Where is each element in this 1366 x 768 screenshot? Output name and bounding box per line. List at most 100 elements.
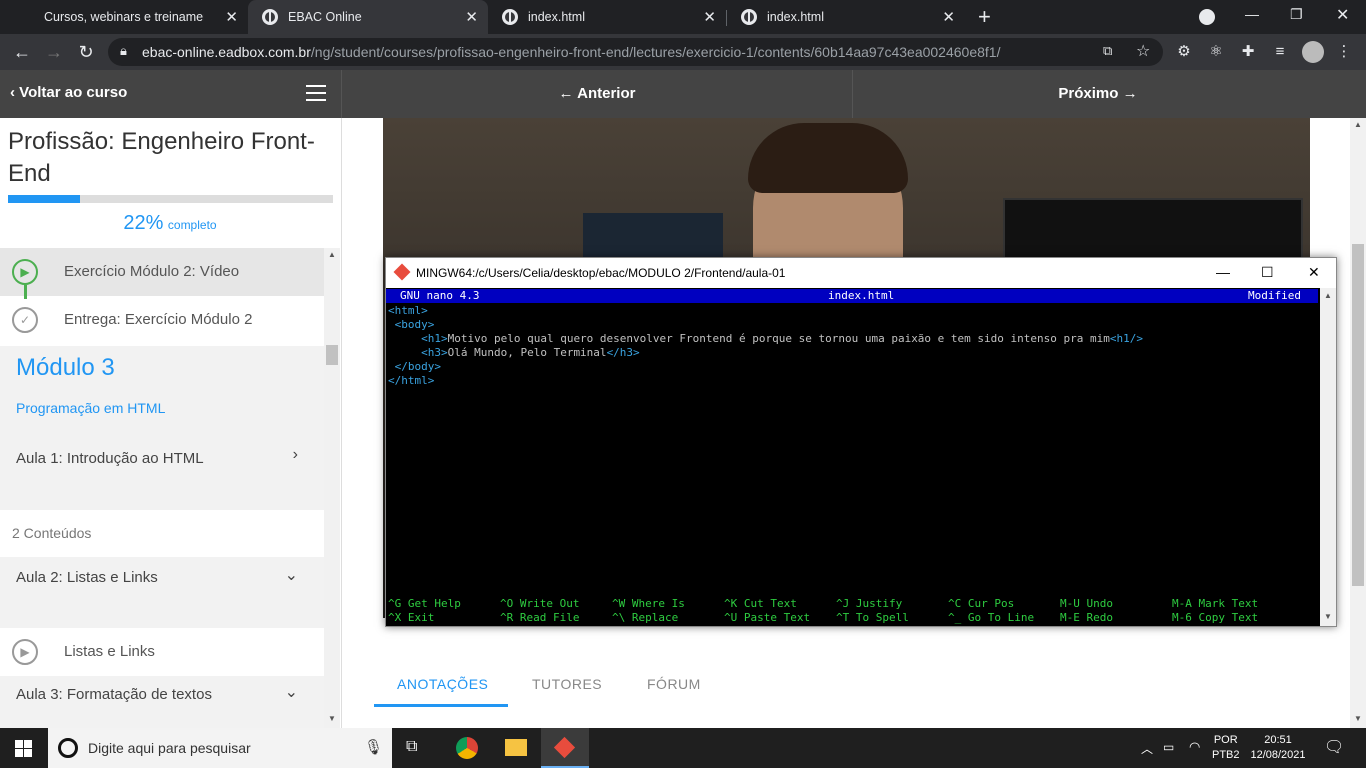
shortcut: ^U Paste Text xyxy=(724,611,811,624)
maximize-icon[interactable]: ☐ xyxy=(1261,264,1274,281)
scroll-down-arrow-icon[interactable]: ▼ xyxy=(1354,714,1362,723)
play-icon: ▶ xyxy=(12,259,38,285)
terminal-scrollbar[interactable]: ▲ ▼ xyxy=(1320,288,1336,626)
browser-tab-active[interactable]: EBAC Online ✕ xyxy=(248,0,488,34)
lesson-item-current[interactable]: ▶ Exercício Módulo 2: Vídeo xyxy=(0,248,324,299)
lock-icon[interactable]: 🔒︎ xyxy=(120,43,127,59)
browser-tab[interactable]: index.html ✕ xyxy=(727,0,965,34)
reload-icon[interactable]: ↻ xyxy=(74,40,98,64)
microphone-icon[interactable]: 🎙︎ xyxy=(364,738,383,756)
lesson-item[interactable]: ✓ Entrega: Exercício Módulo 2 xyxy=(0,296,324,344)
close-icon[interactable]: ✕ xyxy=(1308,264,1320,281)
scroll-thumb[interactable] xyxy=(1352,244,1364,586)
extension-gear-icon[interactable]: ⚙ xyxy=(1174,42,1194,62)
media-queue-icon[interactable]: ≡ xyxy=(1270,42,1290,62)
restore-icon[interactable]: ❐ xyxy=(1290,6,1303,23)
chrome-taskbar-icon[interactable] xyxy=(456,737,478,759)
menu-kebab-icon[interactable]: ⋮ xyxy=(1334,42,1354,62)
clock-time: 20:51 xyxy=(1264,734,1292,746)
browser-tab-strip: Cursos, webinars e treinamento p ✕ EBAC … xyxy=(0,0,1366,34)
nano-filename: index.html xyxy=(828,289,895,302)
translate-icon[interactable]: ⧉ xyxy=(1103,43,1112,59)
tab-title: index.html xyxy=(528,10,585,24)
file-explorer-icon[interactable] xyxy=(505,739,527,756)
tab-forum[interactable]: FÓRUM xyxy=(647,676,701,692)
aula-1-item[interactable]: Aula 1: Introdução ao HTML › xyxy=(0,438,324,510)
close-tab-icon[interactable]: ✕ xyxy=(465,8,478,26)
shortcut: M-U Undo xyxy=(1060,597,1113,610)
terminal-titlebar[interactable]: MINGW64:/c/Users/Celia/desktop/ebac/MODU… xyxy=(386,258,1336,288)
nano-version: GNU nano 4.3 xyxy=(400,289,480,302)
close-tab-icon[interactable]: ✕ xyxy=(942,8,955,26)
minimize-icon[interactable]: — xyxy=(1245,6,1259,22)
battery-icon[interactable]: ▭ xyxy=(1163,740,1174,754)
close-tab-icon[interactable]: ✕ xyxy=(225,8,238,26)
windows-start-icon[interactable] xyxy=(15,740,32,757)
url-text: ebac-online.eadbox.com.br/ng/student/cou… xyxy=(142,44,1000,60)
active-tab-indicator xyxy=(374,704,508,707)
browser-tab[interactable]: index.html ✕ xyxy=(488,0,726,34)
scroll-up-arrow-icon[interactable]: ▲ xyxy=(1324,291,1332,300)
terminal-window[interactable]: MINGW64:/c/Users/Celia/desktop/ebac/MODU… xyxy=(385,257,1337,627)
next-lesson-button[interactable]: Próximo → xyxy=(853,70,1343,118)
chevron-left-icon: ‹ xyxy=(10,84,20,101)
tab-anotacoes[interactable]: ANOTAÇÕES xyxy=(397,676,488,692)
aula-3-item[interactable]: Aula 3: Formatação de textos ⌄ xyxy=(0,676,324,728)
browser-tab[interactable]: Cursos, webinars e treinamento p ✕ xyxy=(0,0,248,34)
globe-icon xyxy=(741,9,757,25)
page-scrollbar[interactable]: ▲ ▼ xyxy=(1350,118,1366,728)
windows-taskbar: Digite aqui para pesquisar 🎙︎ ⧉ ︿ ▭ ◠ PO… xyxy=(0,728,1366,768)
progress-suffix: completo xyxy=(167,218,217,232)
nano-editor[interactable]: GNU nano 4.3 index.html Modified <html> … xyxy=(386,288,1320,626)
scroll-down-arrow-icon[interactable]: ▼ xyxy=(328,714,336,723)
show-hidden-icons[interactable]: ︿ xyxy=(1141,740,1153,757)
lesson-label: Exercício Módulo 2: Vídeo xyxy=(64,263,240,280)
address-bar[interactable]: 🔒︎ ebac-online.eadbox.com.br/ng/student/… xyxy=(108,38,1163,66)
course-sidebar: Profissão: Engenheiro Front-End 22% comp… xyxy=(0,118,342,728)
scroll-up-arrow-icon[interactable]: ▲ xyxy=(328,250,336,259)
profile-avatar[interactable] xyxy=(1302,41,1324,63)
close-window-icon[interactable]: ✕ xyxy=(1336,5,1349,25)
tab-search-icon[interactable] xyxy=(1199,9,1215,25)
extensions-puzzle-icon[interactable]: ✚ xyxy=(1238,42,1258,62)
module-header[interactable]: Módulo 3 Programação em HTML xyxy=(0,346,324,438)
check-icon: ✓ xyxy=(12,307,38,333)
back-arrow-icon[interactable]: ← xyxy=(10,40,34,64)
course-title: Profissão: Engenheiro Front-End xyxy=(8,128,315,187)
forward-arrow-icon[interactable]: → xyxy=(42,40,66,64)
aula-label: Aula 2: Listas e Links xyxy=(16,569,158,586)
scroll-down-arrow-icon[interactable]: ▼ xyxy=(1324,612,1332,621)
react-devtools-icon[interactable]: ⚛ xyxy=(1206,42,1226,62)
module-subtitle: Programação em HTML xyxy=(16,400,166,416)
new-tab-icon[interactable]: + xyxy=(978,4,991,30)
close-tab-icon[interactable]: ✕ xyxy=(703,8,716,26)
tab-title: Cursos, webinars e treinamento p xyxy=(44,10,204,24)
scroll-up-arrow-icon[interactable]: ▲ xyxy=(1354,120,1362,129)
clock[interactable]: 20:51 12/08/2021 xyxy=(1250,733,1306,763)
language-indicator[interactable]: POR PTB2 xyxy=(1212,733,1240,763)
back-to-course-link[interactable]: ‹ Voltar ao curso xyxy=(10,84,127,101)
notifications-icon[interactable]: 🗨︎ xyxy=(1324,737,1344,757)
presenter-hair xyxy=(748,123,908,193)
nano-status: Modified xyxy=(1248,289,1301,302)
shortcut: ^O Write Out xyxy=(500,597,580,610)
site-icon xyxy=(262,9,278,25)
task-view-icon[interactable]: ⧉ xyxy=(406,738,417,756)
code-line: <html> xyxy=(388,304,428,317)
keyboard-layout: PTB2 xyxy=(1212,749,1240,761)
search-icon xyxy=(58,738,78,758)
lesson-item[interactable]: ▶ Listas e Links xyxy=(0,628,324,676)
sidebar-scrollbar[interactable]: ▲ ▼ xyxy=(324,248,340,728)
tab-tutores[interactable]: TUTORES xyxy=(532,676,602,692)
git-bash-taskbar-button[interactable] xyxy=(541,728,589,768)
wifi-icon[interactable]: ◠ xyxy=(1189,739,1200,755)
scroll-thumb[interactable] xyxy=(326,345,338,365)
hamburger-menu-icon[interactable] xyxy=(306,85,326,101)
bookmark-star-icon[interactable]: ☆ xyxy=(1136,41,1150,61)
taskbar-search-box[interactable]: Digite aqui para pesquisar 🎙︎ xyxy=(48,728,392,768)
aula-2-item[interactable]: Aula 2: Listas e Links ⌄ xyxy=(0,557,324,628)
shortcut: ^T To Spell xyxy=(836,611,909,624)
next-label: Próximo xyxy=(1058,85,1119,102)
previous-lesson-button[interactable]: ← Anterior xyxy=(341,70,853,118)
minimize-icon[interactable]: — xyxy=(1216,264,1230,280)
